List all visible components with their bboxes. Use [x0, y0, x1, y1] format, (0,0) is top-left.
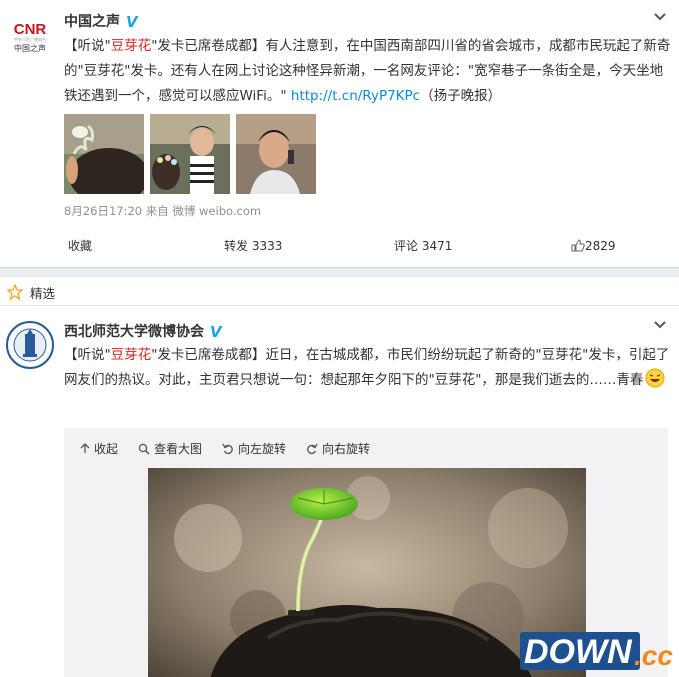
site-watermark: DOWN .cc: [520, 630, 675, 673]
post-text-1: 【听说"豆芽花"发卡已席卷成都】有人注意到，在中国西南部四川省的省会城市，成都市…: [64, 34, 672, 109]
rotate-right-label: 向右旋转: [322, 442, 371, 456]
topic-open: 【听说": [64, 347, 111, 363]
repost-button[interactable]: 转发 3333: [224, 230, 282, 266]
avatar-cnr[interactable]: CNR 中央人民广播电台 中国之声: [6, 10, 54, 58]
cnr-logo: CNR 中央人民广播电台 中国之声: [6, 10, 54, 58]
university-seal: [6, 321, 54, 369]
collapse-label: 收起: [94, 442, 119, 456]
source-tag: （扬子晚报）: [420, 88, 502, 104]
collapse-button[interactable]: 收起: [80, 440, 118, 457]
topic-rest: "发卡已席卷成都】: [151, 38, 266, 54]
post-timestamp[interactable]: 8月26日17:20: [64, 204, 142, 218]
comment-button[interactable]: 评论 3471: [394, 230, 452, 266]
short-link[interactable]: http://t.cn/RyP7KPc: [291, 88, 420, 104]
weibo-post-1: CNR 中央人民广播电台 中国之声 中国之声 V 【听说"豆芽花"发卡已席卷成都】…: [0, 0, 679, 266]
chevron-down-icon[interactable]: [653, 12, 667, 22]
username-cnr[interactable]: 中国之声 V: [64, 11, 142, 31]
repost-label: 转发 3333: [224, 239, 283, 253]
laughing-emoji-icon: [645, 368, 665, 388]
source-prefix: 来自: [145, 204, 169, 218]
star-icon: [7, 284, 23, 300]
feed-divider: [0, 267, 679, 277]
action-bar: 收藏 转发 3333 评论 3471 2829: [0, 230, 679, 266]
svg-text:CNR: CNR: [14, 21, 47, 38]
thumbnail-image-3[interactable]: [236, 114, 316, 194]
topic-open: 【听说": [64, 38, 111, 54]
view-large-label: 查看大图: [154, 442, 203, 456]
post-meta: 8月26日17:20 来自 微博 weibo.com: [64, 203, 261, 219]
topic-highlight[interactable]: 豆芽花: [111, 38, 152, 54]
featured-label: 精选: [30, 286, 56, 301]
username-nwnu[interactable]: 西北师范大学微博协会 V: [64, 321, 226, 341]
svg-text:中央人民广播电台: 中央人民广播电台: [14, 36, 46, 42]
like-button[interactable]: 2829: [571, 230, 616, 266]
featured-header: 精选: [0, 278, 679, 306]
topic-rest: "发卡已席卷成都】: [151, 347, 266, 363]
username-text[interactable]: 中国之声: [64, 14, 120, 30]
rotate-left-button[interactable]: 向左旋转: [222, 440, 286, 457]
rotate-left-label: 向左旋转: [238, 442, 287, 456]
media-toolbar: 收起 查看大图 向左旋转 向右旋转: [80, 440, 390, 457]
favorite-label: 收藏: [68, 239, 93, 253]
chevron-down-icon[interactable]: [653, 320, 667, 330]
weibo-post-2: 西北师范大学微博协会 V 【听说"豆芽花"发卡已席卷成都】近日，在古城成都，市民们…: [0, 307, 679, 677]
topic-highlight[interactable]: 豆芽花: [111, 347, 152, 363]
watermark-main: DOWN: [524, 633, 633, 671]
arrow-up-icon: [80, 443, 90, 453]
magnifier-icon: [138, 443, 150, 455]
verified-icon: V: [126, 13, 138, 31]
thumbnail-image-2[interactable]: [150, 114, 230, 194]
verified-icon: V: [210, 323, 222, 341]
rotate-left-icon: [222, 443, 233, 454]
favorite-button[interactable]: 收藏: [68, 230, 92, 266]
post-text-2: 【听说"豆芽花"发卡已席卷成都】近日，在古城成都，市民们纷纷玩起了新奇的"豆芽花…: [64, 343, 672, 393]
thumbnail-image-1[interactable]: [64, 114, 144, 194]
rotate-right-icon: [307, 443, 318, 454]
view-large-button[interactable]: 查看大图: [138, 440, 202, 457]
source-link[interactable]: 微博 weibo.com: [172, 204, 261, 218]
like-count: 2829: [585, 239, 616, 253]
watermark-suffix: .cc: [634, 640, 673, 671]
comment-label: 评论 3471: [394, 239, 453, 253]
rotate-right-button[interactable]: 向右旋转: [306, 440, 370, 457]
avatar-nwnu[interactable]: [6, 321, 54, 369]
thumbs-up-icon: [571, 239, 585, 252]
username-text[interactable]: 西北师范大学微博协会: [64, 324, 204, 340]
svg-text:中国之声: 中国之声: [14, 43, 46, 53]
